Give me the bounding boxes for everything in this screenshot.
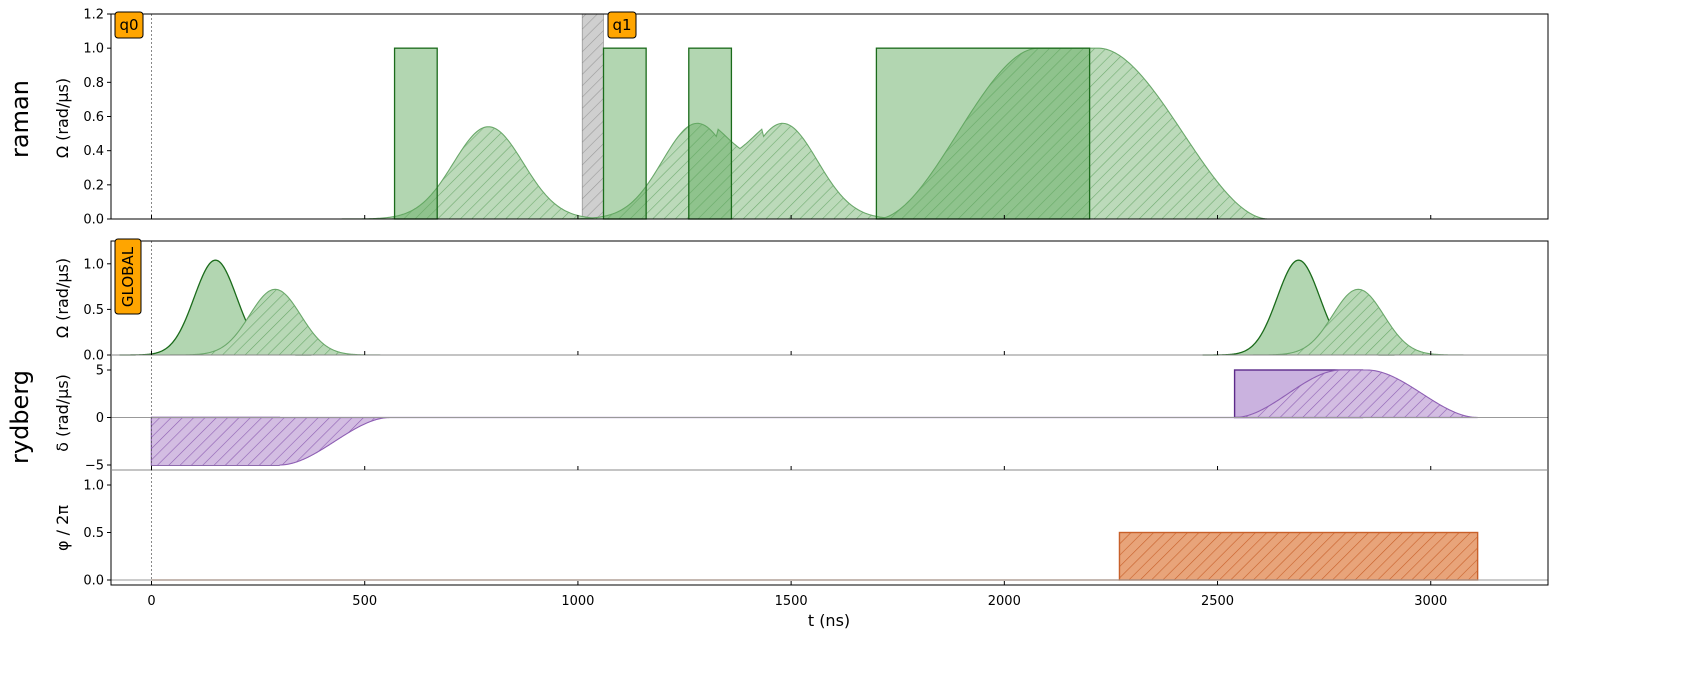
amplitude-y-tick-label: 1.0 — [83, 257, 104, 272]
q1-target-region — [581, 13, 604, 220]
rydberg-channel-label: rydberg — [6, 370, 34, 464]
tag-q1-label: q1 — [612, 16, 631, 34]
amplitude-y-tick-label: 0.5 — [83, 303, 104, 318]
phase-y-tick-label: 0.5 — [83, 526, 104, 541]
raman-channel-label: raman — [6, 80, 34, 158]
chart-marks — [119, 13, 1479, 581]
detuning-y-tick-label: 5 — [96, 364, 104, 379]
x-tick-label: 0 — [147, 594, 155, 609]
tag-q0: q0 — [114, 11, 144, 39]
phase-pulse-0 — [1118, 531, 1479, 581]
chart-axes: 0 500 1000 1500 2000 2500 3000 0.0 0.2 0.4 0.6 0.8 1… — [83, 8, 1549, 609]
phase-y-tick-label: 0.0 — [83, 574, 104, 589]
detuning-y-tick-label: −5 — [85, 459, 104, 474]
raman-square-pulse-0 — [393, 47, 438, 220]
detuning-modulated-1 — [151, 417, 399, 465]
tag-global-label: GLOBAL — [119, 246, 137, 307]
amplitude-y-tick-label: 0.0 — [83, 349, 104, 364]
raman-square-pulse-2 — [688, 47, 733, 220]
tag-q1: q1 — [607, 11, 637, 39]
raman-y-tick-label: 1.2 — [83, 8, 104, 23]
raman-y-tick-label: 0.4 — [83, 144, 104, 159]
raman-square-pulse-3 — [875, 47, 1091, 220]
x-axis-label: t (ns) — [808, 611, 850, 630]
x-tick-label: 3000 — [1414, 594, 1447, 609]
sequence-figure: 0 500 1000 1500 2000 2500 3000 0.0 0.2 0.4 0.6 0.8 1… — [6, 8, 1549, 630]
detuning-y-tick-label: 0 — [96, 411, 104, 426]
raman-y-tick-label: 0.8 — [83, 76, 104, 91]
raman-y-tick-label: 0.2 — [83, 178, 104, 193]
phase-y-tick-label: 1.0 — [83, 479, 104, 494]
raman-y-tick-label: 0.0 — [83, 213, 104, 228]
x-tick-label: 2500 — [1201, 594, 1234, 609]
rydberg-phase-ylabel: φ / 2π — [53, 505, 72, 551]
raman-y-tick-label: 1.0 — [83, 42, 104, 57]
raman-y-tick-label: 0.6 — [83, 110, 104, 125]
raman-square-pulse-1 — [602, 47, 647, 220]
x-tick-label: 1500 — [775, 594, 808, 609]
x-tick-label: 500 — [352, 594, 377, 609]
tag-global: GLOBAL — [114, 238, 142, 315]
tag-q0-label: q0 — [119, 16, 138, 34]
x-tick-label: 1000 — [561, 594, 594, 609]
rydberg-detuning-ylabel: δ (rad/µs) — [53, 374, 72, 452]
x-tick-label: 2000 — [988, 594, 1021, 609]
rydberg-amplitude-ylabel: Ω (rad/µs) — [53, 258, 72, 338]
raman-amplitude-ylabel: Ω (rad/µs) — [53, 78, 72, 158]
